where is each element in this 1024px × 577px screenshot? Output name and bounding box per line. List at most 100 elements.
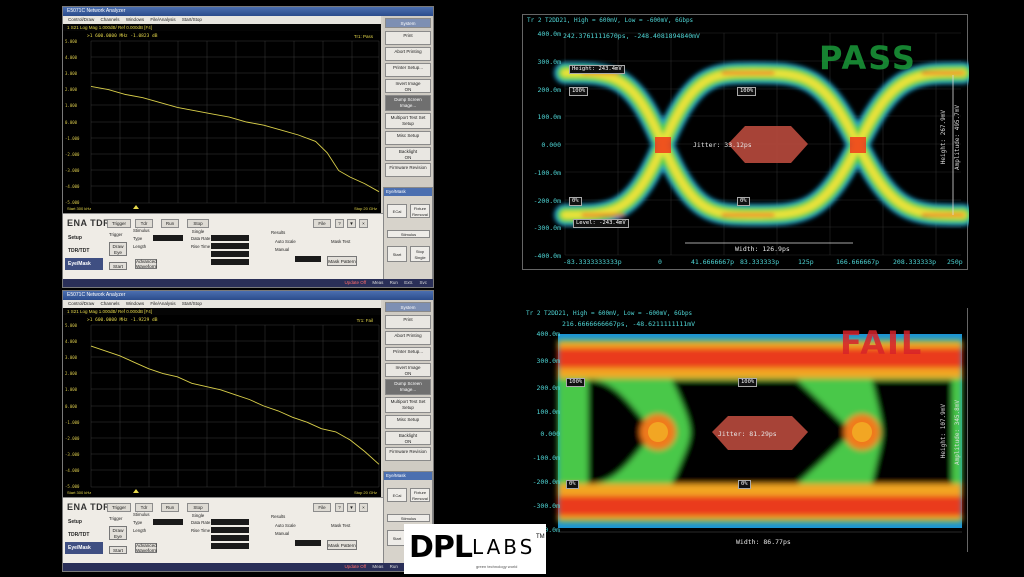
- printer-setup-button[interactable]: Printer Setup...: [385, 347, 431, 361]
- menu-item[interactable]: Control/Draw: [68, 16, 94, 24]
- ecal-button[interactable]: ECal: [387, 204, 407, 218]
- data-rate-input[interactable]: [211, 519, 249, 525]
- manual-radio[interactable]: Manual: [275, 247, 289, 252]
- y-tick: 1.000: [65, 103, 78, 108]
- misc-setup-button[interactable]: Misc Setup: [385, 131, 431, 145]
- auto-scale-radio[interactable]: Auto Scale: [275, 239, 296, 244]
- backlight-button[interactable]: Backlight ON: [385, 431, 431, 445]
- s21-trace: [90, 345, 380, 465]
- menu-item[interactable]: File/Analysis: [150, 16, 175, 24]
- rise-time-input[interactable]: [211, 243, 249, 249]
- y-tick: 3.000: [65, 71, 78, 76]
- stop-freq: Stop 20 GHz: [354, 490, 377, 495]
- ecal-button[interactable]: ECal: [387, 488, 407, 502]
- type-select[interactable]: [153, 235, 183, 241]
- help-icon[interactable]: ?: [335, 503, 344, 512]
- type-select[interactable]: [153, 519, 183, 525]
- menu-item[interactable]: Start/Stop: [182, 300, 202, 308]
- fixture-removal-button[interactable]: Fixture Removal: [410, 204, 430, 218]
- panel-stop-single-button[interactable]: Stop Single: [410, 246, 430, 262]
- multiport-setup-button[interactable]: Multiport Test Set Setup: [385, 397, 431, 413]
- panel-start-button[interactable]: Start: [387, 246, 407, 262]
- system-button[interactable]: System: [385, 302, 431, 312]
- side-item-tdr-tdt[interactable]: TDR/TDT: [65, 245, 103, 257]
- firmware-revision-button[interactable]: Firmware Revision: [385, 447, 431, 461]
- run-button[interactable]: Run: [161, 503, 179, 512]
- start-button[interactable]: Start: [109, 546, 127, 554]
- run-button[interactable]: Run: [161, 219, 179, 228]
- level-tag: 0%: [566, 480, 579, 489]
- mask-pattern-button[interactable]: Mask Pattern: [327, 540, 357, 550]
- y-tick: 400.0m: [536, 330, 560, 338]
- stimulus-select[interactable]: Stimulus: [387, 230, 430, 238]
- trigger-tab[interactable]: Trigger: [107, 219, 131, 228]
- rise-time-input[interactable]: [211, 527, 249, 533]
- firmware-revision-button[interactable]: Firmware Revision: [385, 163, 431, 177]
- file-menu[interactable]: File: [313, 503, 331, 512]
- draw-eye-button[interactable]: Draw Eye: [109, 526, 127, 540]
- manual-radio[interactable]: Manual: [275, 531, 289, 536]
- side-item-eye-mask[interactable]: Eye/Mask: [65, 258, 103, 270]
- pin-icon[interactable]: ▼: [347, 503, 356, 512]
- extra-input[interactable]: [211, 259, 249, 265]
- invert-image-button[interactable]: Invert Image ON: [385, 79, 431, 93]
- stimulus-select[interactable]: Stimulus: [387, 514, 430, 522]
- misc-setup-button[interactable]: Misc Setup: [385, 415, 431, 429]
- menu-item[interactable]: Windows: [126, 16, 144, 24]
- system-button[interactable]: System: [385, 18, 431, 28]
- length-input[interactable]: [211, 251, 249, 257]
- mask-test-checkbox[interactable]: Mask Test: [331, 523, 350, 528]
- file-menu[interactable]: File: [313, 219, 331, 228]
- mask-test-checkbox[interactable]: Mask Test: [331, 239, 350, 244]
- dump-screen-button[interactable]: Dump Screen Image...: [385, 95, 431, 111]
- auto-scale-radio[interactable]: Auto Scale: [275, 523, 296, 528]
- backlight-button[interactable]: Backlight ON: [385, 147, 431, 161]
- menu-item[interactable]: Channels: [101, 16, 120, 24]
- x-tick: -83.3333333333p: [563, 258, 622, 266]
- close-icon[interactable]: ×: [359, 219, 368, 228]
- print-button[interactable]: Print: [385, 31, 431, 45]
- tdr-tab[interactable]: Tdr: [135, 219, 153, 228]
- stop-single-button[interactable]: Stop Single: [187, 503, 209, 518]
- help-icon[interactable]: ?: [335, 219, 344, 228]
- draw-eye-button[interactable]: Draw Eye: [109, 242, 127, 256]
- height-readout: Height: 107.9mV: [940, 404, 947, 459]
- softkey-panel: System Print Abort Printing Printer Setu…: [383, 300, 433, 490]
- scale-input[interactable]: [295, 540, 321, 546]
- y-tick: 1.000: [65, 387, 78, 392]
- start-button[interactable]: Start: [109, 262, 127, 270]
- scale-input[interactable]: [295, 256, 321, 262]
- data-rate-input[interactable]: [211, 235, 249, 241]
- y-tick: -300.0m: [533, 224, 561, 232]
- multiport-setup-button[interactable]: Multiport Test Set Setup: [385, 113, 431, 129]
- trigger-tab[interactable]: Trigger: [107, 503, 131, 512]
- menu-item[interactable]: Windows: [126, 300, 144, 308]
- printer-setup-button[interactable]: Printer Setup...: [385, 63, 431, 77]
- tdr-tab[interactable]: Tdr: [135, 503, 153, 512]
- pin-icon[interactable]: ▼: [347, 219, 356, 228]
- menu-item[interactable]: File/Analysis: [150, 300, 175, 308]
- extra-input[interactable]: [211, 543, 249, 549]
- dump-screen-button[interactable]: Dump Screen Image...: [385, 379, 431, 395]
- length-input[interactable]: [211, 535, 249, 541]
- side-item-setup[interactable]: Setup: [65, 516, 103, 528]
- abort-printing-button[interactable]: Abort Printing: [385, 47, 431, 61]
- abort-printing-button[interactable]: Abort Printing: [385, 331, 431, 345]
- menu-item[interactable]: Channels: [101, 300, 120, 308]
- stop-single-button[interactable]: Stop Single: [187, 219, 209, 234]
- print-button[interactable]: Print: [385, 315, 431, 329]
- x-tick: 41.6666667p: [691, 258, 735, 266]
- side-item-tdr-tdt[interactable]: TDR/TDT: [65, 529, 103, 541]
- menu-item[interactable]: Control/Draw: [68, 300, 94, 308]
- close-icon[interactable]: ×: [359, 503, 368, 512]
- stop-freq: Stop 20 GHz: [354, 206, 377, 211]
- advanced-waveform-button[interactable]: Advanced Waveform: [135, 259, 157, 269]
- invert-image-button[interactable]: Invert Image ON: [385, 363, 431, 377]
- side-item-setup[interactable]: Setup: [65, 232, 103, 244]
- advanced-waveform-button[interactable]: Advanced Waveform: [135, 543, 157, 553]
- menu-item[interactable]: Start/Stop: [182, 16, 202, 24]
- fixture-removal-button[interactable]: Fixture Removal: [410, 488, 430, 502]
- side-item-eye-mask[interactable]: Eye/Mask: [65, 542, 103, 554]
- s21-plot: 5.000 4.000 3.000 2.000 1.000 0.000 -1.0…: [63, 315, 381, 497]
- mask-pattern-button[interactable]: Mask Pattern: [327, 256, 357, 266]
